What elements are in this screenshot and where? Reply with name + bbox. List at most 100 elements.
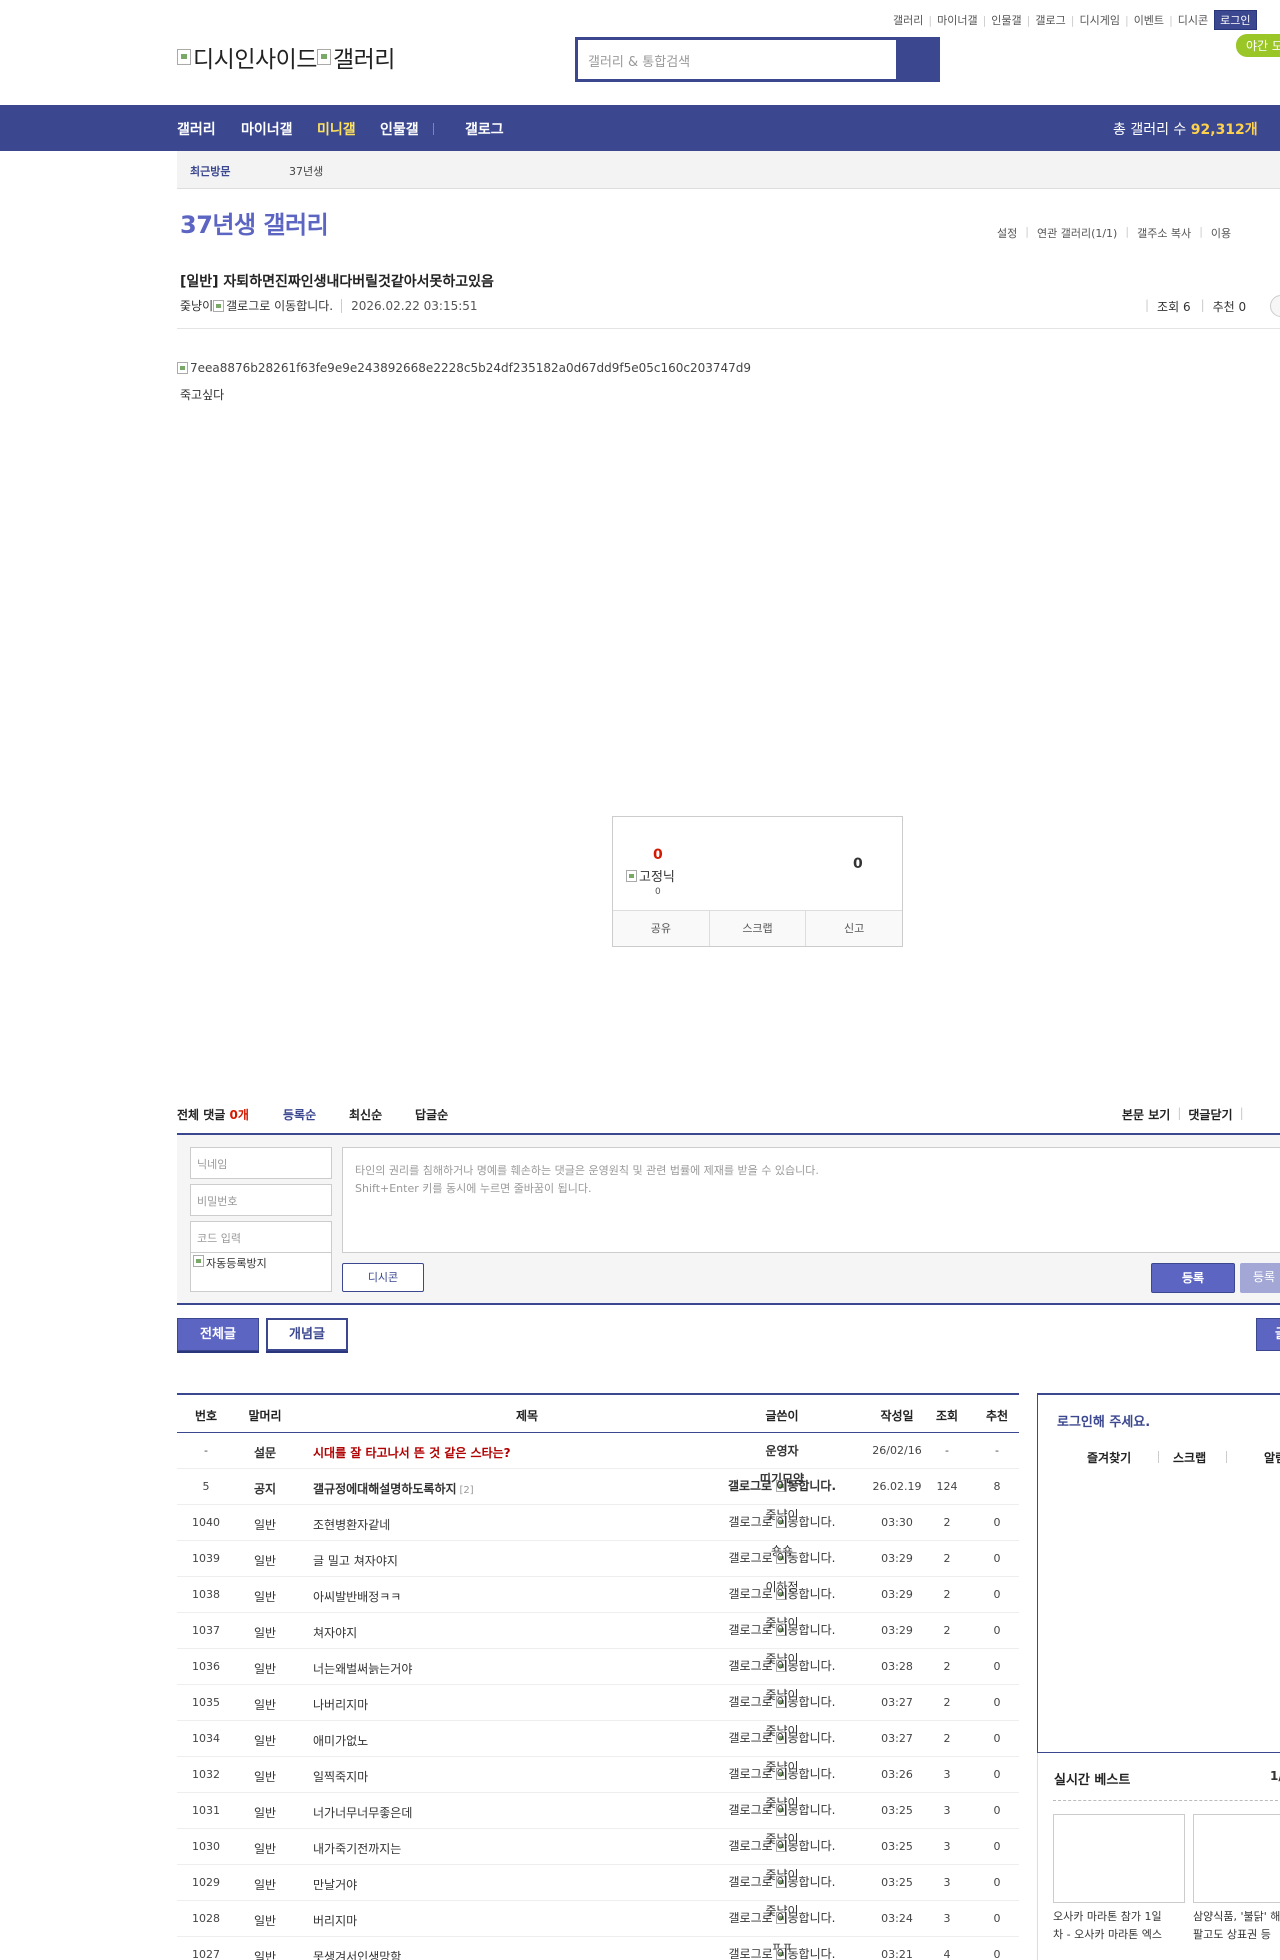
table-row[interactable]: 1027 일반 못생겨서인생망함 ㅍㅍ 갤로그로 이동합니다. 03:21 4 0 (177, 1937, 1019, 1960)
post-writer[interactable]: 줒냥이 갤로그로 이동합니다. (707, 1616, 857, 1637)
report-button[interactable]: 신고 (806, 911, 902, 946)
sort-by-replies[interactable]: 답글순 (415, 1106, 448, 1123)
scrap-button[interactable]: 스크랩 (710, 911, 807, 946)
post-title-link[interactable]: 버리지마 (313, 1912, 357, 1929)
toplink-gallery[interactable]: 갤러리 (893, 12, 923, 28)
post-writer[interactable]: 줒냥이 갤로그로 이동합니다. (707, 1760, 857, 1781)
title-text[interactable]: 시대를 잘 타고나서 뜬 것 같은 스타는? (313, 1446, 511, 1460)
title-text[interactable]: 아씨발반배정ㅋㅋ (313, 1590, 401, 1604)
table-row[interactable]: 1035 일반 나버리지마 줒냥이 갤로그로 이동합니다. 03:27 2 0 (177, 1685, 1019, 1721)
title-text[interactable]: 조현병환자같네 (313, 1518, 390, 1532)
site-logo[interactable]: 디시인사이드 갤러리 (177, 40, 395, 74)
post-writer[interactable]: 줒냥이 갤로그로 이동합니다. (707, 1508, 857, 1529)
post-writer[interactable]: 줒냥이 갤로그로 이동합니다. (707, 1688, 857, 1709)
gallery-usage[interactable]: 이용 (1211, 225, 1231, 241)
nav-item-minor[interactable]: 마이너갤 (241, 119, 293, 139)
view-body-link[interactable]: 본문 보기 (1122, 1106, 1170, 1123)
post-title-link[interactable]: 일찍죽지마 (313, 1768, 368, 1785)
toplink-dcgame[interactable]: 디시게임 (1079, 12, 1119, 28)
post-title-link[interactable]: 쳐자야지 (313, 1624, 357, 1641)
recent-visit-item[interactable]: 37년생 (289, 163, 323, 179)
title-text[interactable]: 너는왜벌써늙는거야 (313, 1662, 412, 1676)
post-writer[interactable]: 숑숑 갤로그로 이동합니다. (707, 1544, 857, 1565)
login-button[interactable]: 로그인 (1214, 10, 1257, 30)
toplink-minor[interactable]: 마이너갤 (937, 12, 977, 28)
table-row[interactable]: 1036 일반 너는왜벌써늙는거야 줒냥이 갤로그로 이동합니다. 03:28 2 0 (177, 1649, 1019, 1685)
concept-posts-tab[interactable]: 개념글 (266, 1318, 348, 1351)
write-button[interactable]: 글 (1256, 1318, 1280, 1351)
table-row[interactable]: 1032 일반 일찍죽지마 줒냥이 갤로그로 이동합니다. 03:26 3 0 (177, 1757, 1019, 1793)
table-row[interactable]: 5 공지 갤규정에대해설명하도록하지 [2] 띠기모양 갤로그로 이동합니다. 26.02.… (177, 1469, 1019, 1505)
toplink-gallog[interactable]: 갤로그 (1035, 12, 1065, 28)
post-writer[interactable]: 줒냥이 갤로그로 이동합니다. (707, 1832, 857, 1853)
table-row[interactable]: 1034 일반 애미가없노 줒냥이 갤로그로 이동합니다. 03:27 2 0 (177, 1721, 1019, 1757)
title-text[interactable]: 버리지마 (313, 1914, 357, 1928)
sort-by-latest[interactable]: 최신순 (349, 1106, 382, 1123)
post-title-link[interactable]: 글 밀고 쳐자야지 (313, 1552, 398, 1569)
comment-count-badge[interactable]: [2] (460, 1485, 474, 1496)
favorites-tab[interactable]: 즐겨찾기 (1087, 1449, 1131, 1466)
upvote-count[interactable]: 0 (653, 847, 663, 863)
title-text[interactable]: 쳐자야지 (313, 1626, 357, 1640)
post-title-link[interactable]: 나버리지마 (313, 1696, 368, 1713)
best-thumbnail[interactable] (1053, 1814, 1185, 1903)
post-writer[interactable]: 띠기모양 갤로그로 이동합니다. (707, 1472, 857, 1493)
comment-textarea[interactable]: 타인의 권리를 침해하거나 명예를 훼손하는 댓글은 운영원칙 및 관련 법률에… (342, 1147, 1280, 1253)
post-title-link[interactable]: 너는왜벌써늙는거야 (313, 1660, 412, 1677)
post-writer[interactable]: 이하정 갤로그로 이동합니다. (707, 1580, 857, 1601)
related-galleries[interactable]: 연관 갤러리(1/1) (1037, 225, 1117, 241)
all-posts-tab[interactable]: 전체글 (177, 1318, 259, 1351)
title-text[interactable]: 애미가없노 (313, 1734, 368, 1748)
post-title-link[interactable]: 시대를 잘 타고나서 뜬 것 같은 스타는? (313, 1444, 511, 1461)
post-title-link[interactable]: 너가너무너무좋은데 (313, 1804, 412, 1821)
post-writer[interactable]: 운영자 (707, 1444, 857, 1458)
post-image[interactable]: 7eea8876b28261f63fe9e9e243892668e2228c5b… (177, 361, 751, 375)
night-mode-toggle[interactable]: 야간 모 (1236, 34, 1280, 57)
gallery-settings[interactable]: 설정 (997, 225, 1017, 241)
scrap-tab[interactable]: 스크랩 (1173, 1449, 1206, 1466)
dccon-button[interactable]: 디시콘 (342, 1263, 424, 1292)
best-thumbnail[interactable] (1193, 1814, 1280, 1903)
title-text[interactable]: 못생겨서인생망함 (313, 1950, 401, 1960)
nav-item-gallery[interactable]: 갤러리 (177, 119, 216, 139)
post-writer[interactable]: 줒냥이 갤로그로 이동합니다. (707, 1724, 857, 1745)
title-text[interactable]: 만날거야 (313, 1878, 357, 1892)
table-row[interactable]: 1028 일반 버리지마 줒냥이 갤로그로 이동합니다. 03:24 3 0 (177, 1901, 1019, 1937)
table-row[interactable]: 1037 일반 쳐자야지 줒냥이 갤로그로 이동합니다. 03:29 2 0 (177, 1613, 1019, 1649)
search-button[interactable] (896, 40, 937, 79)
post-title-link[interactable]: 못생겨서인생망함 (313, 1948, 401, 1960)
post-writer[interactable]: ㅍㅍ 갤로그로 이동합니다. (707, 1940, 857, 1960)
post-title-link[interactable]: 만날거야 (313, 1876, 357, 1893)
sort-by-registration[interactable]: 등록순 (283, 1106, 316, 1123)
more-options-button[interactable] (1270, 295, 1280, 317)
post-writer[interactable]: 줒냥이 갤로그로 이동합니다. (707, 1796, 857, 1817)
copy-gallery-address[interactable]: 갤주소 복사 (1137, 225, 1191, 241)
table-row[interactable]: 1039 일반 글 밀고 쳐자야지 숑숑 갤로그로 이동합니다. 03:29 2 0 (177, 1541, 1019, 1577)
title-text[interactable]: 글 밀고 쳐자야지 (313, 1554, 398, 1568)
post-title-link[interactable]: 내가죽기전까지는 (313, 1840, 401, 1857)
nav-item-gallog[interactable]: 갤로그 (465, 119, 504, 139)
nickname-field[interactable]: 닉네임 (190, 1147, 332, 1179)
toplink-dccon[interactable]: 디시콘 (1178, 12, 1208, 28)
table-row[interactable]: 1030 일반 내가죽기전까지는 줒냥이 갤로그로 이동합니다. 03:25 3 0 (177, 1829, 1019, 1865)
post-title-link[interactable]: 애미가없노 (313, 1732, 368, 1749)
table-row[interactable]: 1031 일반 너가너무너무좋은데 줒냥이 갤로그로 이동합니다. 03:25 3 0 (177, 1793, 1019, 1829)
post-title-link[interactable]: 갤규정에대해설명하도록하지 [2] (313, 1480, 474, 1497)
post-writer[interactable]: 줒냥이 갤로그로 이동합니다. (707, 1904, 857, 1925)
table-row[interactable]: 1038 일반 아씨발반배정ㅋㅋ 이하정 갤로그로 이동합니다. 03:29 2 0 (177, 1577, 1019, 1613)
best-caption[interactable]: 삼양식품, '불닭' 해 팔고도 상표권 등 (1193, 1908, 1280, 1944)
toplink-person[interactable]: 인물갤 (991, 12, 1021, 28)
share-button[interactable]: 공유 (613, 911, 710, 946)
search-input[interactable]: 갤러리 & 통합검색 (578, 40, 896, 79)
title-text[interactable]: 일찍죽지마 (313, 1770, 368, 1784)
recent-visit-label[interactable]: 최근방문 (190, 163, 230, 179)
post-writer[interactable]: 줒냥이 갤로그로 이동합니다. (707, 1652, 857, 1673)
gallog-icon[interactable] (213, 299, 225, 312)
post-author[interactable]: 줒냥이 (180, 297, 213, 314)
notification-tab[interactable]: 알림 (1264, 1449, 1280, 1466)
downvote-count[interactable]: 0 (853, 856, 863, 872)
toplink-event[interactable]: 이벤트 (1134, 12, 1164, 28)
writer-nickname[interactable]: 운영자 (707, 1444, 857, 1458)
best-caption[interactable]: 오사카 마라톤 참가 1일 차 - 오사카 마라톤 엑스 (1053, 1908, 1188, 1944)
title-text[interactable]: 갤규정에대해설명하도록하지 (313, 1482, 457, 1496)
